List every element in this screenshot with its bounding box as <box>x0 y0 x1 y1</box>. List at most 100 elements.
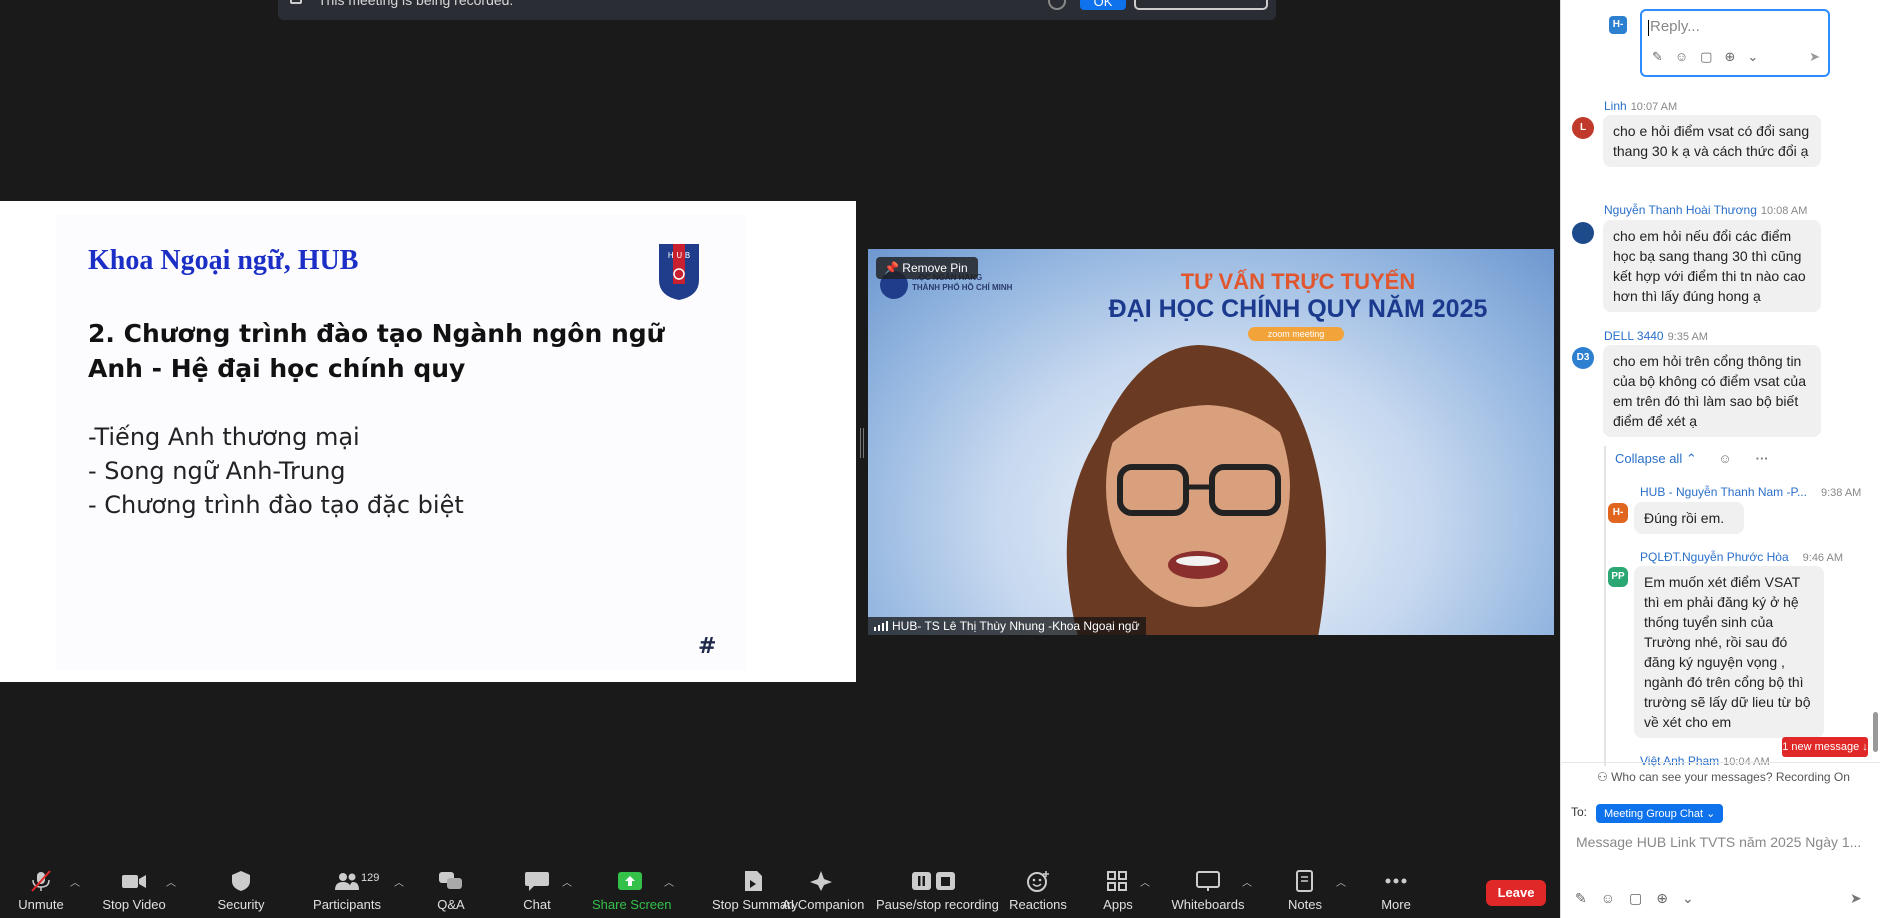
stop-video-button[interactable]: Stop Video ︿ <box>100 858 176 918</box>
pause-stop-icon <box>912 872 955 890</box>
whiteboards-label: Whiteboards <box>1171 897 1245 912</box>
people-icon: ⚇ <box>1597 770 1612 784</box>
pin-icon: 📌 <box>884 261 903 275</box>
unmute-label: Unmute <box>18 897 64 912</box>
participants-button[interactable]: 129 Participants ︿ <box>308 858 404 918</box>
video-options-chevron-icon[interactable]: ︿ <box>166 874 176 889</box>
recipient-dropdown[interactable]: Meeting Group Chat ⌄ <box>1596 804 1724 823</box>
slide-number: # <box>698 634 717 659</box>
share-options-chevron-icon[interactable]: ︿ <box>664 874 674 889</box>
ai-companion-button[interactable]: AI Companion <box>782 858 864 918</box>
pause-stop-recording-button[interactable]: Pause/stop recording <box>876 858 999 918</box>
ok-button[interactable]: OK <box>1080 0 1126 10</box>
reply-input[interactable]: Reply... ✎☺▢⊕⌄ ➤ <box>1640 9 1830 77</box>
remove-pin-button[interactable]: 📌 Remove Pin <box>876 257 978 279</box>
reply-format-toolbar[interactable]: ✎☺▢⊕⌄ <box>1652 49 1770 65</box>
qa-button[interactable]: Q&A <box>428 858 474 918</box>
message-meta: HUB - Nguyễn Thanh Nam -P... 9:38 AM <box>1640 485 1861 499</box>
whiteboards-options-chevron-icon[interactable]: ︿ <box>1242 874 1252 889</box>
speaker-person-image <box>1066 345 1326 635</box>
collapse-all-button[interactable]: Collapse all ⌃ ☺ ··· <box>1615 451 1769 467</box>
message-format-toolbar[interactable]: ✎☺▢⊕⌄ <box>1575 890 1708 907</box>
message-time: 9:38 AM <box>1820 487 1862 499</box>
notes-options-chevron-icon[interactable]: ︿ <box>1336 874 1346 889</box>
participants-icon <box>335 873 359 890</box>
help-icon[interactable] <box>1048 0 1066 10</box>
message-bubble: Em muốn xét điểm VSAT thì em phải đăng k… <box>1634 566 1824 738</box>
message-input[interactable]: Message HUB Link TVTS năm 2025 Ngày 1... <box>1576 834 1866 850</box>
notes-button[interactable]: Notes ︿ <box>1286 858 1346 918</box>
sender-name: Việt Anh Pham <box>1640 754 1720 768</box>
thread-line <box>1604 446 1606 766</box>
apps-grid-icon <box>1107 871 1127 891</box>
emoji-reaction-icon <box>1027 871 1049 892</box>
arrow-down-icon: ↓ <box>1862 741 1868 753</box>
summary-document-icon <box>745 871 762 891</box>
emoji-reaction-icon[interactable]: ☺ <box>1718 451 1731 466</box>
participants-label: Participants <box>313 897 381 912</box>
zoom-meeting-window: This meeting is being recorded. OK Khoa … <box>0 0 1880 918</box>
share-screen-icon <box>618 872 642 890</box>
privacy-text: Who can see your messages? Recording On <box>1611 770 1850 784</box>
apps-button[interactable]: Apps ︿ <box>1098 858 1150 918</box>
avatar: L <box>1572 117 1594 139</box>
stop-video-label: Stop Video <box>102 897 166 912</box>
chat-label: Chat <box>523 897 551 912</box>
signal-strength-icon <box>874 621 888 631</box>
whiteboards-button[interactable]: Whiteboards ︿ <box>1170 858 1252 918</box>
qa-label: Q&A <box>437 897 465 912</box>
participants-count-badge: 129 <box>361 872 380 884</box>
more-options-icon[interactable]: ··· <box>1756 451 1769 466</box>
unmute-button[interactable]: Unmute ︿ <box>10 858 80 918</box>
message-meta: PQLĐT.Nguyễn Phước Hòa 9:46 AM <box>1640 550 1843 564</box>
message-bubble: cho em hỏi trên cổng thông tin của bộ kh… <box>1603 345 1821 437</box>
message-time: 10:07 AM <box>1630 101 1678 113</box>
message-meta: Nguyễn Thanh Hoài Thương 10:08 AM <box>1604 203 1807 217</box>
stop-recording-button[interactable] <box>1134 0 1268 10</box>
participant-name: HUB- TS Lê Thị Thùy Nhung -Khoa Ngoại ng… <box>892 619 1140 633</box>
slide-title: Khoa Ngoại ngữ, HUB <box>88 245 359 276</box>
avatar: D3 <box>1572 347 1594 369</box>
participant-name-tag: HUB- TS Lê Thị Thùy Nhung -Khoa Ngoại ng… <box>868 617 1146 635</box>
chat-button[interactable]: Chat ︿ <box>512 858 572 918</box>
new-message-button[interactable]: 1 new message ↓ <box>1782 737 1868 757</box>
privacy-notice[interactable]: ⚇ Who can see your messages? Recording O… <box>1597 770 1850 784</box>
slide-heading: 2. Chương trình đào tạo Ngành ngôn ngữ A… <box>88 319 665 383</box>
share-screen-button[interactable]: Share Screen ︿ <box>592 858 674 918</box>
shield-icon <box>232 871 250 891</box>
slide-bullet: - Chương trình đào tạo đặc biệt <box>88 491 464 519</box>
leave-button[interactable]: Leave <box>1486 880 1546 906</box>
send-reply-icon[interactable]: ➤ <box>1809 49 1820 65</box>
speaker-video-tile[interactable]: ...ỌC NGÂN HÀNG THÀNH PHỐ HỒ CHÍ MINH TƯ… <box>868 249 1554 635</box>
to-label: To: <box>1571 805 1588 819</box>
notes-label: Notes <box>1288 897 1322 912</box>
chat-scrollbar[interactable] <box>1873 712 1878 752</box>
message-bubble: Đúng rồi em. <box>1634 502 1744 534</box>
slide-bullet: -Tiếng Anh thương mại <box>88 423 360 451</box>
apps-options-chevron-icon[interactable]: ︿ <box>1140 874 1150 889</box>
recipient-value: Meeting Group Chat <box>1604 808 1704 820</box>
message-bubble: cho em hỏi nếu đổi các điểm học bạ sang … <box>1603 220 1821 312</box>
message-time: 9:46 AM <box>1802 552 1843 564</box>
chat-options-chevron-icon[interactable]: ︿ <box>562 874 572 889</box>
qa-icon <box>439 872 462 889</box>
view-splitter-handle[interactable] <box>860 428 864 458</box>
recording-icon <box>290 0 302 4</box>
meeting-toolbar: Unmute ︿ Stop Video ︿ Security 129 Parti… <box>0 858 1560 918</box>
hub-logo-icon: H U B <box>659 244 699 300</box>
more-label: More <box>1381 897 1411 912</box>
reply-avatar: H- <box>1609 16 1627 34</box>
text-cursor <box>1648 20 1649 36</box>
security-button[interactable]: Security <box>210 858 272 918</box>
reactions-label: Reactions <box>1009 897 1067 912</box>
reactions-button[interactable]: Reactions <box>1008 858 1068 918</box>
recording-banner-text: This meeting is being recorded. <box>318 0 514 8</box>
recording-banner: This meeting is being recorded. OK <box>278 0 1276 20</box>
send-icon[interactable]: ➤ <box>1850 890 1862 907</box>
muted-microphone-icon <box>31 870 51 892</box>
participants-options-chevron-icon[interactable]: ︿ <box>394 874 404 889</box>
more-button[interactable]: More <box>1378 858 1414 918</box>
divider <box>1560 762 1880 763</box>
audio-options-chevron-icon[interactable]: ︿ <box>70 874 80 889</box>
message-meta: Linh 10:07 AM <box>1604 99 1677 113</box>
